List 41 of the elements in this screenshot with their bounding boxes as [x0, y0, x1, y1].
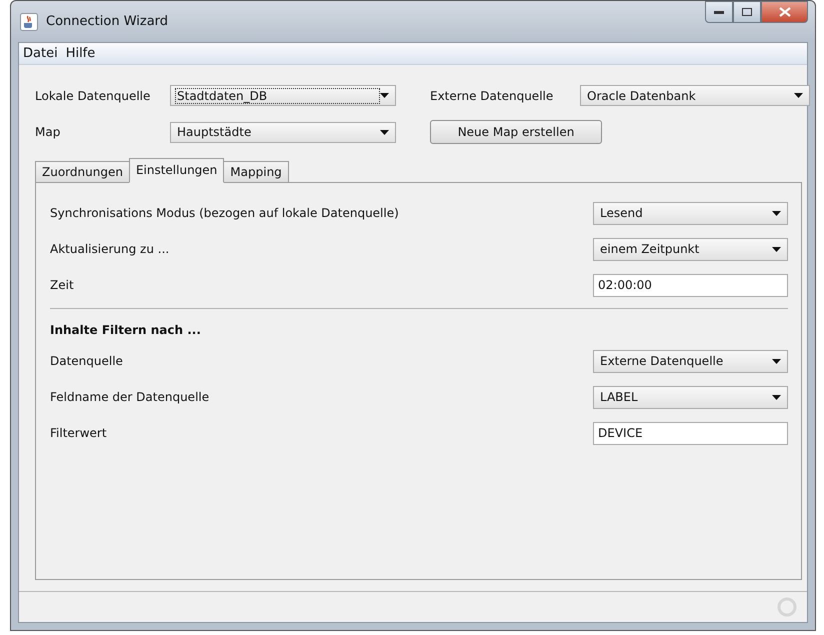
input-field[interactable]: 02:00:00 — [593, 274, 788, 296]
section-heading: Inhalte Filtern nach ... — [50, 322, 202, 339]
dropdown[interactable]: einem Zeitpunkt — [593, 238, 788, 260]
close-button[interactable] — [761, 1, 808, 23]
caret-icon — [772, 394, 781, 400]
coffee-cup-icon — [20, 12, 38, 30]
dropdown[interactable]: Lesend — [593, 202, 788, 224]
caret-icon — [772, 358, 781, 364]
maximize-icon — [742, 8, 752, 16]
field-label: Datenquelle — [50, 354, 123, 368]
window-title: Connection Wizard — [46, 14, 168, 29]
field-label: Lokale Datenquelle — [35, 88, 152, 102]
field-label: Externe Datenquelle — [430, 88, 554, 102]
caret-icon — [380, 130, 389, 134]
dropdown[interactable]: LABEL — [593, 386, 788, 408]
field-label: Feldname der Datenquelle — [50, 390, 210, 404]
field-label: Aktualisierung zu ... — [50, 242, 170, 256]
minimize-button[interactable] — [705, 1, 733, 23]
dropdown[interactable]: Stadtdaten_DB — [170, 85, 396, 106]
caret-icon — [794, 93, 803, 98]
field-label: Synchronisations Modus (bezogen auf lokale Datenquelle) — [50, 206, 399, 220]
field-label: Map — [35, 125, 62, 139]
caret-icon — [772, 210, 781, 216]
field-label: Zeit — [50, 278, 74, 292]
dropdown[interactable]: Externe Datenquelle — [593, 350, 788, 372]
menu-item[interactable]: Hilfe — [64, 46, 96, 61]
caret-icon — [772, 246, 781, 252]
new-map-button[interactable]: Neue Map erstellen — [430, 120, 602, 144]
maximize-button[interactable] — [733, 1, 761, 23]
close-icon — [778, 7, 790, 17]
dropdown[interactable]: Oracle Datenbank — [580, 85, 810, 106]
dropdown[interactable]: Hauptstädte — [170, 122, 396, 142]
tab[interactable]: Zuordnungen — [35, 161, 130, 183]
tab[interactable]: Mapping — [223, 161, 289, 183]
caret-icon — [380, 93, 389, 98]
input-field[interactable]: DEVICE — [593, 422, 788, 444]
field-label: Filterwert — [50, 426, 107, 440]
menu-item[interactable]: Datei — [22, 46, 59, 61]
tab[interactable]: Einstellungen — [128, 158, 224, 183]
spinner-icon — [777, 597, 797, 617]
minimize-icon — [714, 10, 724, 14]
